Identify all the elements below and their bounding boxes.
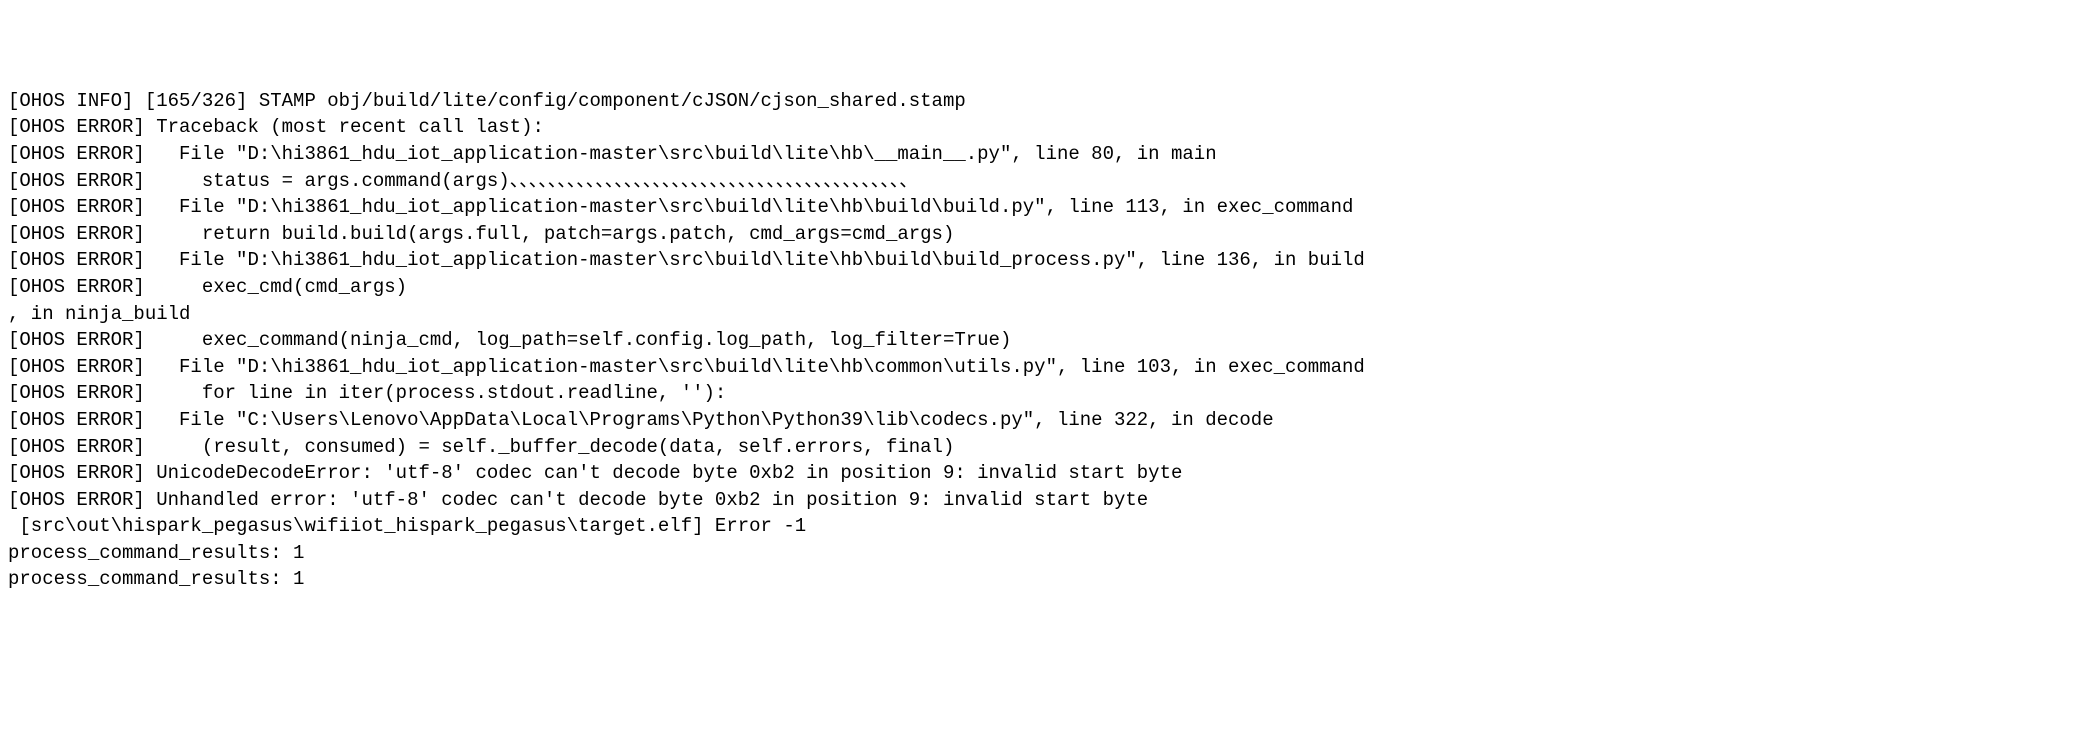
log-line: [OHOS ERROR] return build.build(args.ful… [8, 221, 2073, 248]
log-line: [OHOS ERROR] for line in iter(process.st… [8, 380, 2073, 407]
log-line: [OHOS ERROR] File "D:\hi3861_hdu_iot_app… [8, 354, 2073, 381]
log-line: [OHOS ERROR] status = args.command(args)… [8, 168, 2073, 195]
log-line: [OHOS ERROR] Unhandled error: 'utf-8' co… [8, 487, 2073, 514]
log-line: [OHOS INFO] [165/326] STAMP obj/build/li… [8, 88, 2073, 115]
log-line: [OHOS ERROR] (result, consumed) = self._… [8, 434, 2073, 461]
log-line: [OHOS ERROR] exec_cmd(cmd_args) [8, 274, 2073, 301]
log-line: [OHOS ERROR] File "D:\hi3861_hdu_iot_app… [8, 194, 2073, 221]
log-line: [OHOS ERROR] File "D:\hi3861_hdu_iot_app… [8, 247, 2073, 274]
log-line: [OHOS ERROR] Traceback (most recent call… [8, 114, 2073, 141]
log-line: process_command_results: 1 [8, 566, 2073, 593]
log-line: [OHOS ERROR] File "C:\Users\Lenovo\AppDa… [8, 407, 2073, 434]
terminal-output: [OHOS INFO] [165/326] STAMP obj/build/li… [8, 88, 2073, 593]
log-line: [OHOS ERROR] UnicodeDecodeError: 'utf-8'… [8, 460, 2073, 487]
log-line: [src\out\hispark_pegasus\wifiiot_hispark… [8, 513, 2073, 540]
log-line: process_command_results: 1 [8, 540, 2073, 567]
log-line: [OHOS ERROR] File "D:\hi3861_hdu_iot_app… [8, 141, 2073, 168]
log-line: [OHOS ERROR] exec_command(ninja_cmd, log… [8, 327, 2073, 354]
log-line: , in ninja_build [8, 301, 2073, 328]
